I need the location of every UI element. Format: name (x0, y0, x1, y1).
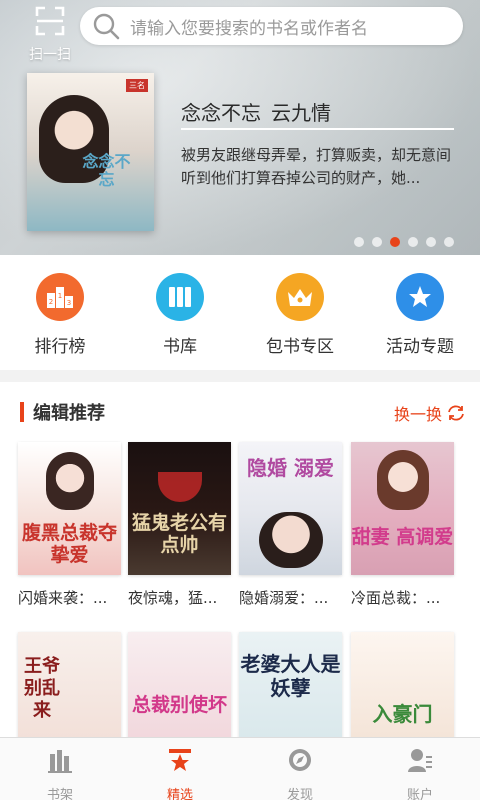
book-card[interactable]: 总裁别使坏 (128, 632, 231, 737)
library-icon (156, 273, 204, 321)
svg-text:2: 2 (49, 298, 53, 306)
book-card[interactable]: 王爷别乱来 (18, 632, 121, 737)
banner-title[interactable]: 念念不忘 云九情 (181, 97, 331, 126)
refresh-button[interactable]: 换一换 (394, 401, 466, 425)
crown-icon (276, 273, 324, 321)
scan-icon (35, 6, 65, 36)
nav-featured[interactable]: 精选 (120, 738, 240, 800)
book-cover: 老婆大人是妖孽 (239, 632, 342, 737)
book-cover: 猛鬼老公有点帅 (128, 442, 231, 575)
book-cover: 王爷别乱来 (18, 632, 121, 737)
pagination-dot[interactable] (354, 237, 364, 247)
cover-title-text: 总裁别使坏 (131, 694, 227, 716)
book-card[interactable]: 甜妻 高调爱 冷面总裁：... (351, 442, 454, 608)
nav-label: 账户 (406, 788, 433, 800)
pagination-dot[interactable] (408, 237, 418, 247)
book-title: 隐婚溺爱：... (239, 589, 329, 607)
banner-book-cover[interactable]: 三名 念念不忘 (27, 73, 154, 231)
book-cover: 甜妻 高调爱 (351, 442, 454, 575)
book-card[interactable]: 隐婚 溺爱 隐婚溺爱：... (239, 442, 342, 608)
book-title: 夜惊魂，猛... (128, 589, 218, 607)
book-cover: 隐婚 溺爱 (239, 442, 342, 575)
banner-cover-title: 念念不忘 (82, 152, 131, 189)
pagination-dot[interactable] (426, 237, 436, 247)
section-accent-bar (20, 402, 24, 422)
book-cover: 总裁别使坏 (128, 632, 231, 737)
category-vip-zone[interactable]: 包书专区 (240, 255, 360, 370)
cover-title-text: 甜妻 高调爱 (351, 526, 454, 548)
cover-title-text: 腹黑总裁夺挚爱 (21, 522, 117, 566)
section-header: 编辑推荐 换一换 (0, 382, 480, 442)
book-title: 冷面总裁：... (351, 589, 441, 607)
star-icon (396, 273, 444, 321)
category-label: 包书专区 (266, 337, 334, 357)
hero-banner[interactable]: 扫一扫 请输入您要搜索的书名或作者名 三名 念念不忘 念念不忘 云九情 被男友跟继… (0, 0, 480, 255)
category-label: 排行榜 (34, 337, 86, 357)
banner-pagination (354, 237, 454, 247)
publisher-badge: 三名 (126, 79, 148, 92)
cover-title-text: 入豪门 (372, 702, 433, 726)
cover-title-text: 隐婚 溺爱 (247, 456, 334, 480)
search-bar[interactable]: 请输入您要搜索的书名或作者名 (80, 7, 463, 45)
category-ranking[interactable]: 2 1 3 排行榜 (0, 255, 120, 370)
pagination-dot[interactable] (372, 237, 382, 247)
banner-description: 被男友跟继母弄晕，打算贩卖，却无意间听到他们打算吞掉公司的财产，她... (181, 146, 452, 187)
category-label: 活动专题 (386, 337, 454, 357)
section-title: 编辑推荐 (33, 403, 105, 424)
nav-bookshelf[interactable]: 书架 (0, 738, 120, 800)
bookshelf-icon (48, 750, 72, 773)
cover-title-text: 老婆大人是妖孽 (240, 652, 341, 700)
nav-label: 书架 (46, 788, 73, 800)
book-card[interactable]: 老婆大人是妖孽 (239, 632, 342, 737)
category-row: 2 1 3 排行榜 书库 包书专区 活动专题 (0, 255, 480, 370)
nav-discover[interactable]: 发现 (240, 738, 360, 800)
pagination-dot-active[interactable] (390, 237, 400, 247)
book-title: 闪婚来袭：... (18, 589, 108, 607)
discover-icon (289, 749, 311, 771)
pagination-dot[interactable] (444, 237, 454, 247)
book-card[interactable]: 腹黑总裁夺挚爱 闪婚来袭：... (18, 442, 121, 608)
ranking-icon: 2 1 3 (36, 273, 84, 321)
book-cover: 入豪门 (351, 632, 454, 737)
category-label: 书库 (163, 337, 197, 357)
book-card[interactable]: 入豪门 (351, 632, 454, 737)
svg-text:1: 1 (58, 292, 62, 300)
nav-account[interactable]: 账户 (360, 738, 480, 800)
cover-title-text: 王爷别乱来 (24, 656, 60, 721)
nav-label: 发现 (286, 788, 313, 800)
search-input[interactable]: 请输入您要搜索的书名或作者名 (130, 14, 368, 39)
category-library[interactable]: 书库 (120, 255, 240, 370)
banner-divider (181, 128, 454, 130)
banner-author: 云九情 (271, 101, 331, 125)
refresh-label: 换一换 (393, 405, 442, 424)
account-icon (408, 749, 432, 772)
scan-button[interactable]: 扫一扫 (20, 6, 80, 66)
svg-text:3: 3 (67, 299, 71, 307)
bottom-nav: 书架 精选 发现 账户 (0, 737, 480, 800)
scan-label: 扫一扫 (29, 47, 71, 63)
search-icon (93, 13, 120, 40)
featured-icon (169, 749, 191, 771)
banner-book-name: 念念不忘 (181, 101, 261, 125)
nav-label: 精选 (166, 788, 193, 800)
book-card[interactable]: 猛鬼老公有点帅 夜惊魂，猛... (128, 442, 231, 608)
category-events[interactable]: 活动专题 (360, 255, 480, 370)
editor-picks-section: 编辑推荐 换一换 腹黑总裁夺挚爱 闪婚来袭：... 猛鬼老公有点帅 夜惊魂，猛.… (0, 382, 480, 737)
cover-title-text: 猛鬼老公有点帅 (131, 512, 227, 556)
book-cover: 腹黑总裁夺挚爱 (18, 442, 121, 575)
refresh-icon (448, 405, 464, 421)
